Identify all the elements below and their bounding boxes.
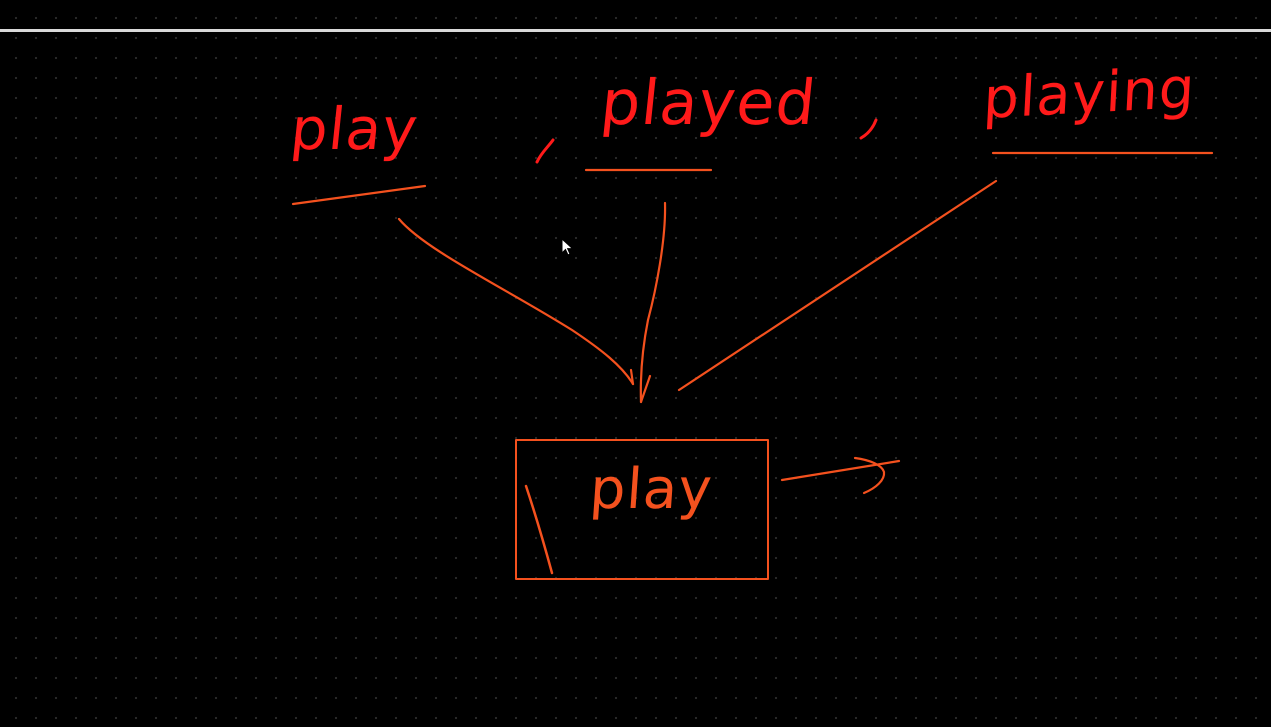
comma-2 bbox=[859, 118, 878, 140]
line-from-playing bbox=[677, 179, 998, 392]
ink-strokes bbox=[291, 118, 1214, 580]
box-slash bbox=[524, 484, 554, 575]
mouse-pointer-icon bbox=[561, 238, 574, 256]
arrow-out bbox=[780, 459, 901, 482]
arrow-from-play bbox=[397, 217, 635, 386]
comma-1 bbox=[535, 138, 555, 164]
whiteboard-canvas[interactable]: play played playing play bbox=[0, 0, 1271, 727]
underline-play bbox=[291, 184, 427, 206]
arrow-from-played-head bbox=[639, 374, 652, 404]
arrow-from-played bbox=[639, 201, 667, 404]
result-box bbox=[515, 439, 769, 580]
